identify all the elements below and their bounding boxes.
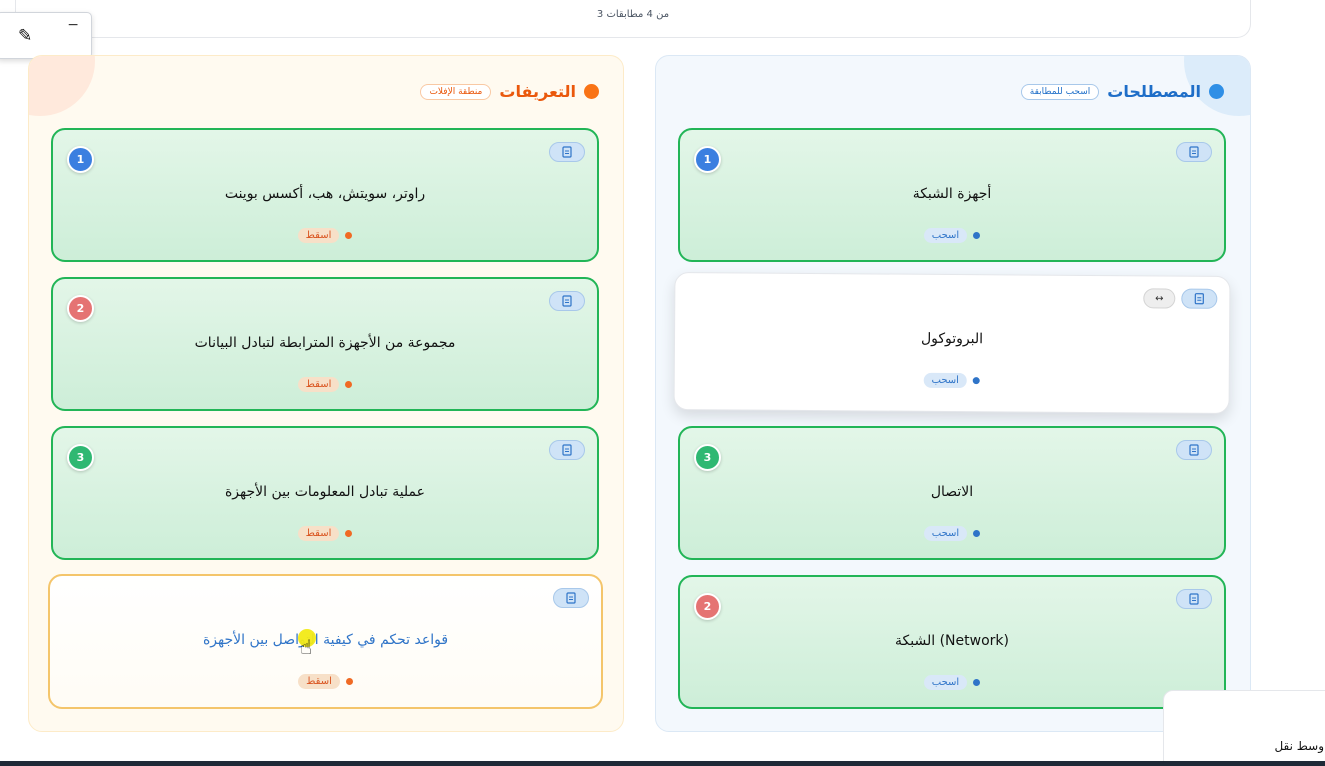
term-card-4[interactable]: 2 الشبكة (Network) اسحب (678, 575, 1226, 709)
match-number-badge: 3 (67, 444, 94, 471)
move-icon[interactable]: ↔ (1143, 288, 1176, 309)
bottom-bar (0, 761, 1325, 766)
definition-card-2[interactable]: 2 مجموعة من الأجهزة المترابطة لتبادل الب… (51, 277, 599, 411)
definition-text: راوتر، سويتش، هب، أكسس بوينت (224, 186, 426, 202)
drop-tag: اسقط (53, 526, 597, 541)
side-label: وسط نقل (1274, 739, 1324, 753)
drag-tag: اسحب (680, 526, 1224, 541)
top-bar: 3 من 4 مطابقات (15, 0, 1251, 38)
term-text: الاتصال (930, 484, 974, 500)
drag-label: اسحب (923, 526, 968, 541)
definitions-dot-icon (584, 84, 599, 99)
definition-card-4[interactable]: قواعد تحكم في كيفية التواصل بين الأجهزة … (48, 574, 603, 709)
tag-dot-icon (345, 678, 353, 685)
terms-title: المصطلحات (1107, 82, 1201, 101)
document-icon[interactable] (549, 142, 585, 162)
definition-card-1[interactable]: 1 راوتر، سويتش، هب، أكسس بوينت اسقط (51, 128, 599, 262)
side-panel[interactable]: وسط نقل (1163, 690, 1325, 766)
drop-tag: اسقط (53, 228, 597, 243)
drop-tag: اسقط (53, 377, 597, 392)
terms-panel: المصطلحات اسحب للمطابقة 1 أجهزة الشبكة ا… (655, 55, 1251, 732)
annotation-toolbar[interactable]: ✎ − (0, 12, 92, 59)
drag-tag: اسحب (680, 675, 1224, 690)
definitions-title: التعريفات (499, 82, 576, 101)
drop-label: اسقط (298, 674, 340, 689)
document-icon[interactable] (1176, 142, 1212, 162)
tag-dot-icon (345, 232, 353, 239)
document-icon[interactable] (549, 440, 585, 460)
terms-header: المصطلحات اسحب للمطابقة (1020, 82, 1224, 101)
tag-dot-icon (345, 381, 353, 388)
hand-cursor-icon: ☝ (300, 635, 313, 659)
match-number-badge: 3 (694, 444, 721, 471)
drag-hint-badge: اسحب للمطابقة (1020, 83, 1100, 100)
drop-label: اسقط (297, 228, 340, 243)
drop-zone-badge: منطقة الإفلات (420, 83, 492, 100)
pen-icon[interactable]: ✎ (18, 26, 32, 46)
document-icon[interactable] (553, 588, 589, 608)
minimize-icon[interactable]: − (67, 17, 79, 33)
tag-dot-icon (973, 679, 981, 686)
term-card-2-dragging[interactable]: ↔ البروتوكول اسحب (673, 272, 1231, 414)
definition-text: عملية تبادل المعلومات بين الأجهزة (224, 484, 426, 500)
terms-dot-icon (1209, 84, 1224, 99)
definition-text: قواعد تحكم في كيفية التواصل بين الأجهزة (202, 632, 449, 648)
drag-label: اسحب (923, 372, 968, 389)
tag-dot-icon (973, 232, 981, 239)
match-number-badge: 2 (67, 295, 94, 322)
drop-label: اسقط (297, 526, 340, 541)
drop-label: اسقط (297, 377, 340, 392)
definition-card-3[interactable]: 3 عملية تبادل المعلومات بين الأجهزة اسقط (51, 426, 599, 560)
tag-dot-icon (972, 377, 980, 385)
term-text: الشبكة (Network) (895, 633, 1009, 649)
drag-label: اسحب (923, 228, 968, 243)
match-number-badge: 1 (67, 146, 94, 173)
drag-tag: اسحب (675, 371, 1229, 390)
definitions-panel: التعريفات منطقة الإفلات 1 راوتر، سويتش، … (28, 55, 624, 732)
document-icon[interactable] (1176, 440, 1212, 460)
term-text: أجهزة الشبكة (912, 186, 992, 202)
drag-tag: اسحب (680, 228, 1224, 243)
term-text: البروتوكول (920, 330, 984, 348)
decorative-blob (29, 56, 95, 116)
match-number-badge: 2 (694, 593, 721, 620)
document-icon[interactable] (1181, 288, 1218, 309)
tag-dot-icon (345, 530, 353, 537)
drop-tag: اسقط (50, 674, 601, 689)
term-card-1[interactable]: 1 أجهزة الشبكة اسحب (678, 128, 1226, 262)
definitions-header: التعريفات منطقة الإفلات (420, 82, 599, 101)
tag-dot-icon (973, 530, 981, 537)
document-icon[interactable] (1176, 589, 1212, 609)
match-number-badge: 1 (694, 146, 721, 173)
definition-text: مجموعة من الأجهزة المترابطة لتبادل البيا… (194, 335, 456, 351)
term-card-3[interactable]: 3 الاتصال اسحب (678, 426, 1226, 560)
drag-label: اسحب (923, 675, 968, 690)
match-count: 3 من 4 مطابقات (596, 9, 670, 20)
document-icon[interactable] (549, 291, 585, 311)
